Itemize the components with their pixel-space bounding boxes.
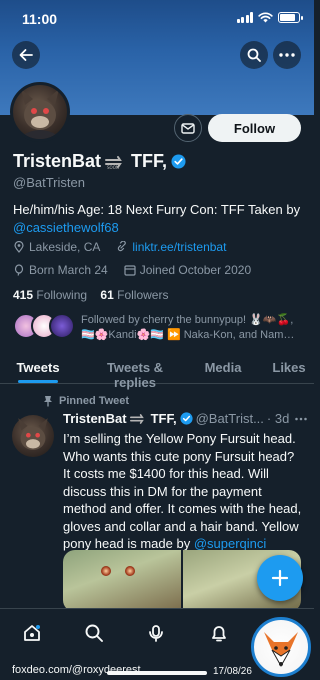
avatar (49, 313, 75, 339)
status-time: 11:00 (22, 11, 58, 27)
profile-name-row: TristenBat SOON TFF, (13, 151, 186, 172)
tab-likes[interactable]: Likes (272, 354, 306, 383)
status-bar: 11:00 (0, 0, 314, 36)
followers-link[interactable]: 61 Followers (100, 288, 168, 302)
follow-counts: 415 Following 61 Followers (13, 288, 168, 302)
bio-mention-link[interactable]: @cassiethewolf68 (13, 220, 119, 235)
followers-count: 61 (100, 288, 114, 302)
soon-arrow-icon (129, 413, 144, 424)
bio-text: He/him/his Age: 18 Next Furry Con: TFF T… (13, 202, 301, 217)
back-button[interactable] (12, 41, 40, 69)
tweet-time: · 3d (266, 411, 290, 426)
tweet-author-suffix: TFF, (150, 411, 177, 426)
followers-label: Followers (117, 288, 169, 302)
tweet-author-name[interactable]: TristenBat (63, 411, 127, 426)
search-icon[interactable] (84, 623, 104, 643)
wifi-icon (258, 12, 273, 23)
watermark-date: 17/08/26 (213, 666, 252, 677)
followed-by-line-1: Followed by cherry the bunnypup! 🐰🦇🍒, (81, 314, 294, 326)
tab-tweets[interactable]: Tweets (16, 354, 60, 383)
verified-badge-icon (171, 154, 186, 169)
cellular-signal-icon (236, 12, 253, 23)
bat-character-icon (18, 418, 48, 450)
profile-join-date: Joined October 2020 (139, 263, 252, 277)
bat-character-icon (21, 89, 59, 139)
compose-tweet-button[interactable] (257, 555, 303, 601)
tweet-author-avatar[interactable] (12, 415, 54, 457)
profile-bio: He/him/his Age: 18 Next Furry Con: TFF T… (13, 201, 305, 237)
balloon-icon (14, 264, 24, 276)
followed-by-row[interactable]: Followed by cherry the bunnypup! 🐰🦇🍒, 🏳️… (13, 313, 299, 343)
display-name-suffix: TFF, (131, 151, 168, 171)
followed-by-line-2: 🏳️‍⚧️🌸Kandi🌸🏳️‍⚧️ ⏩ Naka-Kon, and Nam… (81, 329, 295, 341)
tweet-body: I’m selling the Yellow Pony Fursuit head… (63, 430, 303, 553)
more-dots-icon (279, 53, 295, 57)
display-name: TristenBat (13, 151, 102, 171)
profile-birthdate: Born March 24 (29, 263, 108, 277)
profile-meta-row-1: Lakeside, CA linktr.ee/tristenbat (13, 240, 226, 254)
message-button[interactable] (174, 114, 202, 142)
svg-text:SOON: SOON (107, 165, 119, 169)
more-dots-icon[interactable] (295, 417, 307, 421)
search-button[interactable] (240, 41, 268, 69)
status-icons (236, 12, 303, 23)
fox-logo-icon (251, 617, 311, 677)
profile-meta-row-2: Born March 24 Joined October 2020 (13, 263, 251, 277)
calendar-icon (124, 265, 136, 276)
spaces-icon[interactable] (146, 623, 166, 643)
following-label: Following (36, 288, 88, 302)
arrow-left-icon (19, 49, 33, 61)
followed-by-text: Followed by cherry the bunnypup! 🐰🦇🍒, 🏳️… (81, 313, 299, 343)
tab-tweets-and-replies[interactable]: Tweets & replies (85, 354, 185, 390)
verified-badge-icon (179, 412, 193, 425)
profile-avatar[interactable] (10, 82, 70, 142)
tweet-header: TristenBat TFF, @BatTrist... · 3d (63, 411, 307, 426)
tweet-text: I’m selling the Yellow Pony Fursuit head… (63, 431, 302, 551)
profile-website-link[interactable]: linktr.ee/tristenbat (132, 240, 226, 254)
tweet-media-image-1[interactable] (63, 550, 181, 612)
tweet-author-handle: @BatTrist... (195, 411, 264, 426)
more-options-button[interactable] (273, 41, 301, 69)
profile-location: Lakeside, CA (29, 240, 101, 254)
notifications-bell-icon[interactable] (209, 623, 229, 643)
location-pin-icon (14, 241, 24, 253)
battery-icon (278, 12, 303, 23)
pinned-label-text: Pinned Tweet (59, 395, 130, 407)
follow-button[interactable]: Follow (208, 114, 301, 142)
link-icon (118, 241, 127, 252)
followed-by-avatars (13, 313, 75, 339)
tweet-mention-link[interactable]: @superqinci (194, 536, 266, 551)
profile-tabs: Tweets Tweets & replies Media Likes (0, 354, 314, 390)
profile-handle: @BatTristen (13, 175, 85, 190)
home-icon[interactable] (22, 623, 42, 643)
following-count: 415 (13, 288, 34, 302)
tab-media[interactable]: Media (203, 354, 243, 383)
home-indicator[interactable] (107, 671, 207, 675)
soon-arrow-icon: SOON (105, 155, 122, 169)
plus-icon (271, 569, 289, 587)
following-link[interactable]: 415 Following (13, 288, 87, 302)
search-icon (247, 48, 261, 62)
pin-icon (44, 396, 52, 407)
pinned-tweet-label: Pinned Tweet (43, 395, 129, 407)
mail-plus-icon (181, 123, 195, 134)
